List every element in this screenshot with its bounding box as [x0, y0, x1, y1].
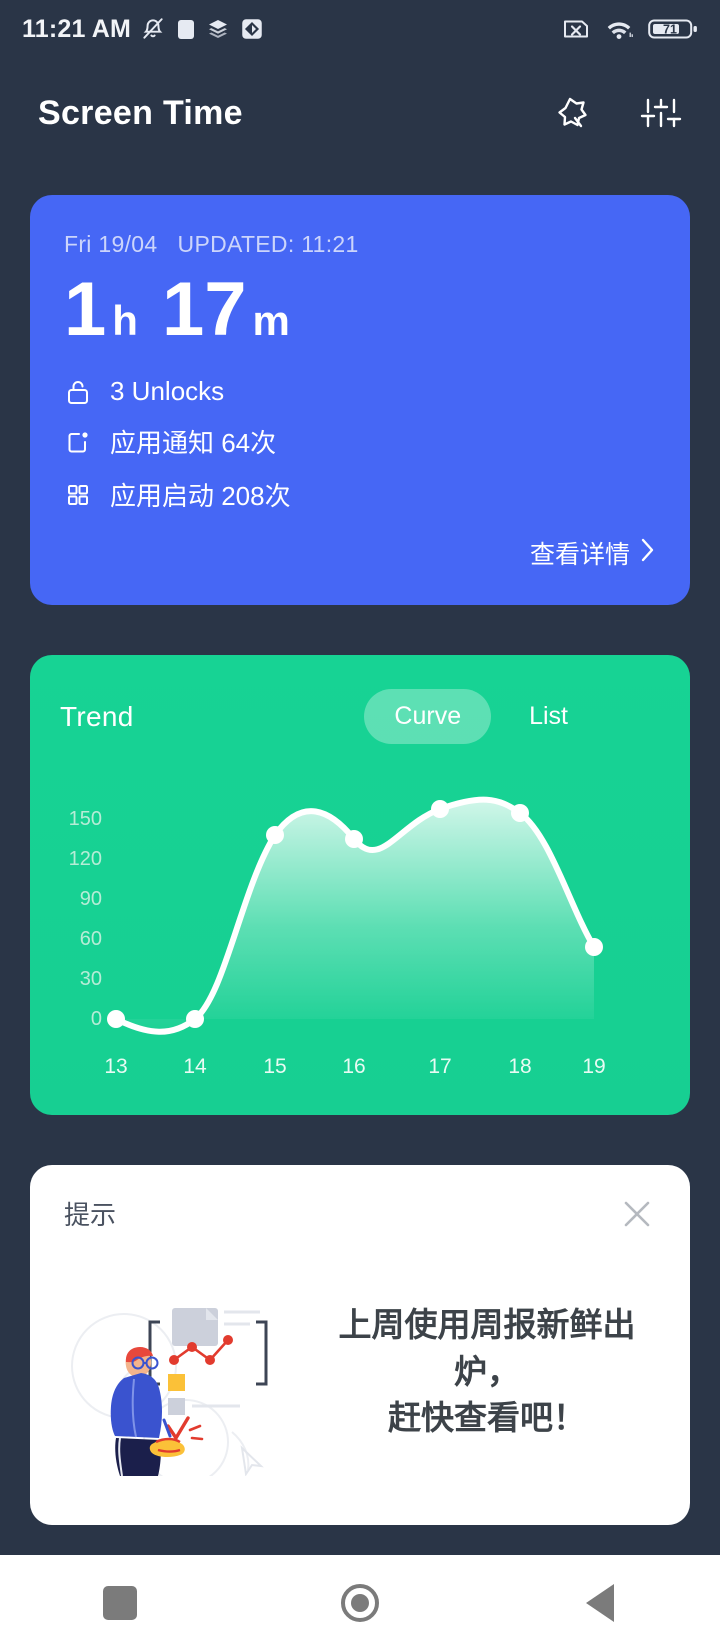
trend-card: Trend Curve List 150 120 90 60 30 0 13 1…	[30, 655, 690, 1115]
y-tick-90: 90	[80, 888, 102, 910]
layers-icon	[206, 17, 230, 41]
trend-chart-svg: 150 120 90 60 30 0 13 14 15 16 17 18 19	[69, 796, 606, 1078]
y-tick-0: 0	[91, 1008, 102, 1030]
y-tick-30: 30	[80, 968, 102, 990]
summary-updated: UPDATED: 11:21	[177, 231, 359, 257]
battery-icon: 71	[648, 16, 698, 42]
x-tick-19: 19	[582, 1055, 605, 1078]
promo-message: 上周使用周报新鲜出 炉， 赶快查看吧！	[314, 1280, 656, 1443]
summary-stat-unlocks-text: 3 Unlocks	[110, 376, 225, 406]
sim-x-icon	[562, 17, 590, 41]
trend-view-toggle: Curve List	[364, 689, 660, 744]
x-tick-17: 17	[428, 1055, 451, 1078]
y-tick-120: 120	[69, 848, 102, 870]
wifi-icon	[604, 16, 634, 42]
summary-stat-launches: 应用启动 208次	[64, 476, 656, 513]
x-tick-16: 16	[342, 1055, 365, 1078]
point-16	[345, 830, 363, 848]
summary-stat-unlocks: 3 Unlocks	[64, 376, 656, 407]
chart-y-axis: 150 120 90 60 30 0	[69, 808, 102, 1030]
back-button[interactable]	[540, 1555, 660, 1650]
summary-date: Fri 19/04	[64, 231, 158, 257]
summary-minutes-unit: m	[252, 297, 290, 344]
close-icon[interactable]	[618, 1195, 656, 1238]
promo-card-body: 上周使用周报新鲜出 炉， 赶快查看吧！	[64, 1246, 656, 1485]
point-15	[266, 826, 284, 844]
trend-chart[interactable]: 150 120 90 60 30 0 13 14 15 16 17 18 19	[30, 767, 690, 1112]
tab-list[interactable]: List	[499, 689, 598, 744]
grid-icon	[64, 481, 92, 509]
system-navigation-bar	[0, 1555, 720, 1650]
status-clock: 11:21 AM	[22, 14, 132, 43]
home-circle-icon	[341, 1583, 379, 1622]
status-bar-right: 71	[562, 16, 698, 42]
x-tick-14: 14	[183, 1055, 207, 1078]
promo-message-line-1: 上周使用周报新鲜出	[338, 1305, 636, 1343]
app-bar-actions	[548, 91, 682, 135]
person-with-report-illustration	[64, 1246, 314, 1485]
battery-level-text: 71	[663, 22, 677, 36]
chevron-right-icon	[640, 537, 656, 570]
summary-stat-launches-text: 应用启动 208次	[110, 481, 291, 511]
home-button[interactable]	[300, 1555, 420, 1650]
view-details-label: 查看详情	[529, 541, 630, 569]
sliders-icon[interactable]	[640, 92, 682, 134]
x-tick-18: 18	[508, 1055, 531, 1078]
unlock-icon	[64, 378, 92, 406]
chart-x-axis: 13 14 15 16 17 18 19	[104, 1055, 605, 1078]
point-14	[186, 1010, 204, 1028]
view-details-link[interactable]: 查看详情	[530, 535, 656, 571]
x-tick-15: 15	[263, 1055, 286, 1078]
summary-stats-list: 3 Unlocks 应用通知 64次 应用启动 208次	[64, 376, 656, 513]
point-19	[585, 938, 603, 956]
promo-message-line-3: 赶快查看吧！	[388, 1399, 586, 1437]
summary-hours-value: 1	[64, 267, 107, 352]
point-13	[107, 1010, 125, 1028]
promo-title: 提示	[64, 1200, 117, 1230]
app-square-icon	[175, 17, 197, 41]
summary-duration: 1 h 17 m	[64, 272, 656, 348]
point-17	[431, 800, 449, 818]
status-bar-left: 11:21 AM	[22, 15, 265, 44]
page-title: Screen Time	[38, 93, 243, 132]
promo-card-header: 提示	[64, 1195, 656, 1238]
x-tick-13: 13	[104, 1055, 127, 1078]
mute-icon	[140, 16, 166, 42]
status-bar: 11:21 AM 71	[0, 0, 720, 58]
recents-button[interactable]	[60, 1555, 180, 1650]
trend-card-header: Trend Curve List	[60, 689, 660, 744]
recents-square-icon	[103, 1585, 137, 1620]
app-diamond-icon	[239, 16, 265, 42]
summary-hours-unit: h	[112, 297, 138, 344]
tab-curve[interactable]: Curve	[364, 689, 492, 744]
app-bar: Screen Time	[0, 58, 720, 168]
notification-icon	[64, 428, 92, 456]
promo-message-line-2: 炉，	[454, 1352, 520, 1390]
magic-wand-icon[interactable]	[548, 91, 592, 135]
point-18	[511, 804, 529, 822]
summary-date-line: Fri 19/04 UPDATED: 11:21	[64, 231, 656, 258]
summary-stat-notifications-text: 应用通知 64次	[110, 428, 277, 458]
summary-stat-notifications: 应用通知 64次	[64, 423, 656, 460]
y-tick-60: 60	[80, 928, 102, 950]
back-triangle-icon	[586, 1583, 614, 1622]
summary-minutes-value: 17	[161, 267, 247, 352]
trend-title: Trend	[60, 700, 134, 732]
promo-card: 提示 上周使用周报新鲜出 炉， 赶快查看吧！	[30, 1165, 690, 1525]
screen-time-summary-card[interactable]: Fri 19/04 UPDATED: 11:21 1 h 17 m 3 Unlo…	[30, 195, 690, 605]
phone-screen: 11:21 AM 71 Screen Time Fri 19/04 UPDATE…	[0, 0, 720, 1650]
y-tick-150: 150	[69, 808, 102, 830]
